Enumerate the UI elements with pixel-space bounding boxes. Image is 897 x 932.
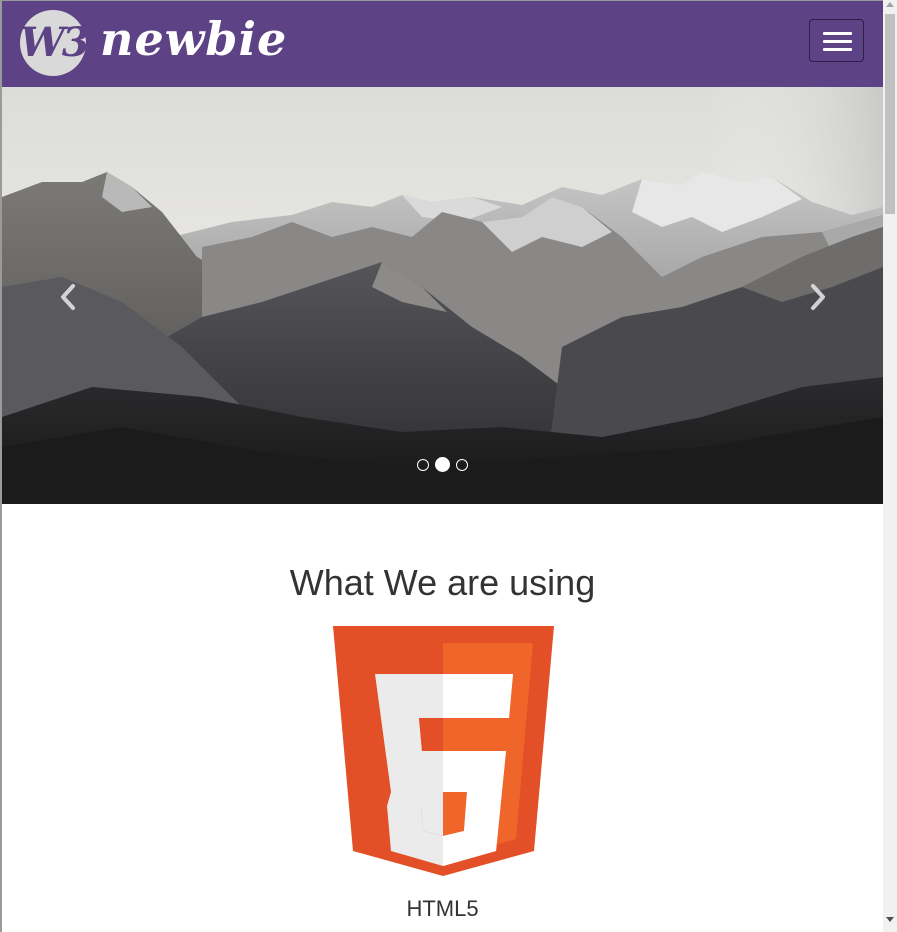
scrollbar-thumb[interactable] xyxy=(885,14,895,214)
carousel-indicator-2[interactable] xyxy=(435,457,450,472)
scroll-down-arrow-icon[interactable] xyxy=(886,917,894,922)
scroll-up-arrow-icon[interactable] xyxy=(886,2,894,7)
navbar: W3 newbie xyxy=(2,1,883,87)
browser-viewport: W3 newbie What We are using HTML5 xyxy=(0,0,897,932)
carousel-indicator-1[interactable] xyxy=(417,459,429,471)
carousel-next-control[interactable] xyxy=(798,277,838,317)
carousel-prev-control[interactable] xyxy=(48,277,88,317)
navbar-toggle-button[interactable] xyxy=(809,19,864,62)
carousel-indicators xyxy=(415,457,475,473)
section-title: What We are using xyxy=(289,562,596,603)
logo-monogram: W3 xyxy=(20,19,90,66)
carousel-indicator-3[interactable] xyxy=(456,459,468,471)
page: W3 newbie What We are using HTML5 xyxy=(2,1,883,932)
vertical-scrollbar[interactable] xyxy=(883,0,897,932)
hamburger-bar xyxy=(823,40,852,43)
chevron-left-icon xyxy=(61,284,75,310)
hamburger-bar xyxy=(823,48,852,51)
mountain-range-photo xyxy=(2,87,883,504)
image-carousel xyxy=(2,87,883,504)
brand-logo[interactable]: W3 newbie xyxy=(20,10,286,78)
html5-logo-icon xyxy=(333,626,554,876)
logo-text: newbie xyxy=(100,12,288,66)
chevron-right-icon xyxy=(811,284,825,310)
hamburger-menu-icon xyxy=(823,32,852,35)
html5-label: HTML5 xyxy=(406,896,479,921)
